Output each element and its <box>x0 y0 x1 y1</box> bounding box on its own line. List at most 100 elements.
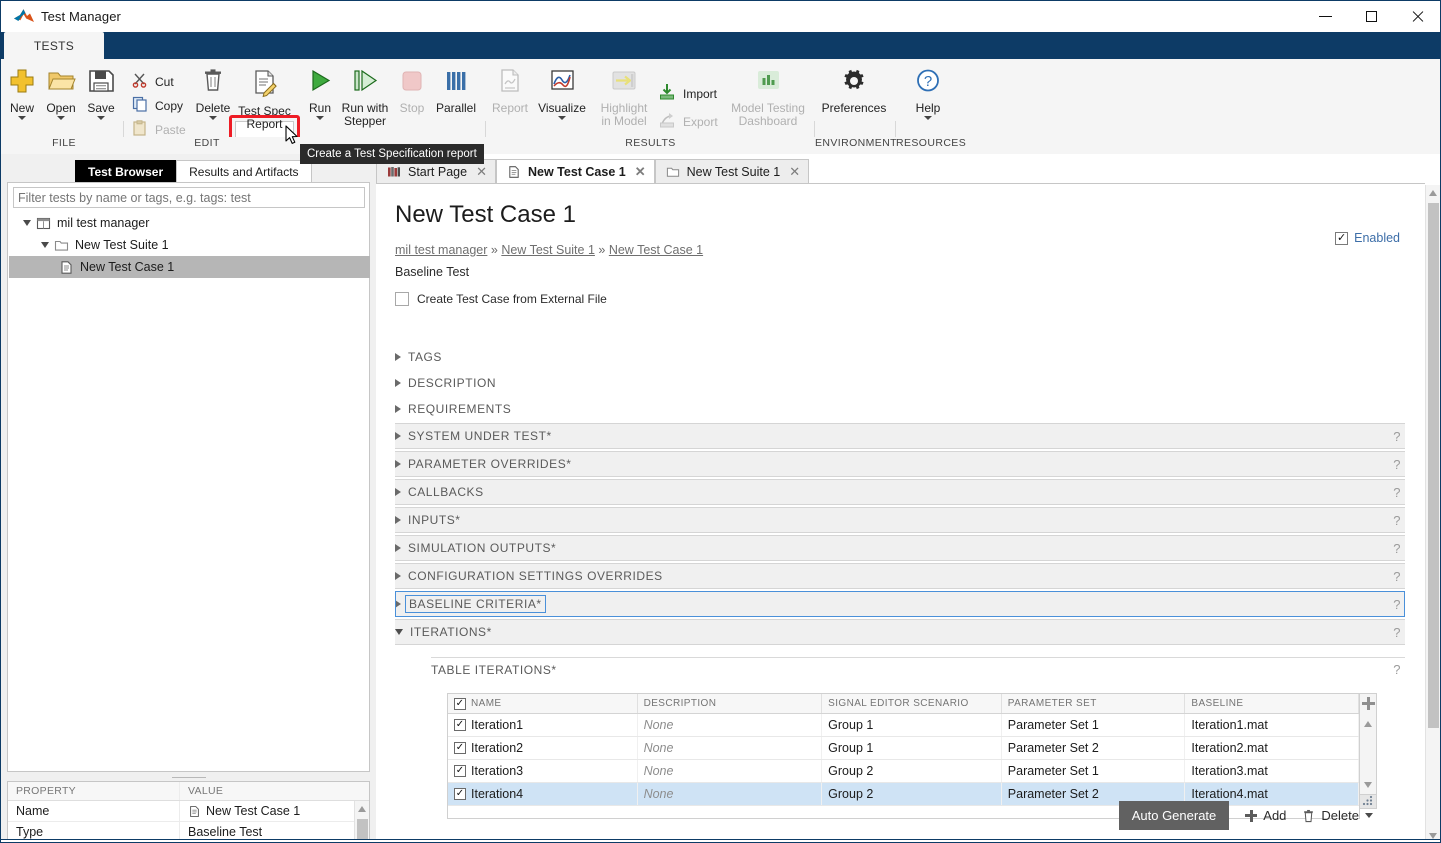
run-button[interactable]: Run <box>304 67 336 120</box>
row-checkbox[interactable]: ✓ <box>454 788 466 800</box>
save-button[interactable]: Save <box>84 67 118 120</box>
close-button[interactable] <box>1394 1 1440 32</box>
report-button[interactable]: Report <box>489 67 531 115</box>
section-tags[interactable]: TAGS <box>395 344 1405 370</box>
chevron-down-icon[interactable] <box>1365 813 1373 818</box>
section-callbacks[interactable]: CALLBACKS ? <box>395 479 1405 505</box>
cell-baseline[interactable]: Iteration1.mat <box>1185 714 1359 736</box>
add-row-icon[interactable] <box>1362 697 1375 710</box>
select-all-checkbox[interactable]: ✓ <box>454 697 466 710</box>
filter-tests-input[interactable] <box>13 187 365 208</box>
cell-parameter-set[interactable]: Parameter Set 1 <box>1002 714 1186 736</box>
row-checkbox[interactable]: ✓ <box>454 765 466 777</box>
run-with-stepper-button[interactable]: Run with Stepper <box>339 67 391 128</box>
auto-generate-button[interactable]: Auto Generate <box>1118 801 1230 830</box>
row-checkbox[interactable]: ✓ <box>454 719 466 731</box>
tree-item-mil-test-manager[interactable]: mil test manager <box>9 212 370 234</box>
scroll-down-arrow-icon[interactable] <box>1364 782 1372 788</box>
cut-button[interactable]: Cut <box>132 72 174 91</box>
cell-scenario[interactable]: Group 2 <box>822 783 1002 805</box>
cell-description[interactable]: None <box>638 760 823 782</box>
property-table-scrollbar[interactable] <box>354 801 369 842</box>
cell-baseline[interactable]: Iteration2.mat <box>1185 737 1359 759</box>
test-spec-report-content[interactable]: Test Spec Report <box>235 68 294 131</box>
import-button[interactable]: Import <box>658 83 717 104</box>
section-iterations[interactable]: ITERATIONS* ? <box>395 619 1405 645</box>
cell-description[interactable]: None <box>638 737 823 759</box>
table-row[interactable]: ✓ Iteration3 None Group 2 Parameter Set … <box>448 760 1359 783</box>
cell-name[interactable]: ✓ Iteration1 <box>448 714 638 736</box>
cell-name[interactable]: ✓ Iteration3 <box>448 760 638 782</box>
collapse-caret-icon[interactable] <box>395 629 403 635</box>
cell-name[interactable]: ✓ Iteration4 <box>448 783 638 805</box>
section-parameter-overrides[interactable]: PARAMETER OVERRIDES* ? <box>395 451 1405 477</box>
parallel-button[interactable]: Parallel <box>433 67 479 115</box>
table-row[interactable]: Name New Test Case 1 <box>8 801 369 822</box>
help-icon[interactable]: ? <box>1393 429 1405 444</box>
create-from-external-file-row[interactable]: Create Test Case from External File <box>395 292 607 306</box>
expand-caret-icon[interactable] <box>395 516 401 524</box>
cell-description[interactable]: None <box>638 783 823 805</box>
help-icon[interactable]: ? <box>1393 457 1405 472</box>
column-header-parameter-set[interactable]: PARAMETER SET <box>1002 694 1186 713</box>
cell-scenario[interactable]: Group 1 <box>822 737 1002 759</box>
tree-item-new-test-case-1[interactable]: New Test Case 1 <box>9 256 370 278</box>
add-button[interactable]: Add <box>1245 808 1286 823</box>
help-icon[interactable]: ? <box>1393 541 1405 556</box>
delete-button[interactable]: Delete <box>1302 808 1373 823</box>
subsection-table-iterations[interactable]: TABLE ITERATIONS* ? <box>431 657 1405 681</box>
visualize-button[interactable]: Visualize <box>535 67 589 120</box>
tab-tests[interactable]: TESTS <box>4 32 104 59</box>
expand-caret-icon[interactable] <box>41 242 49 248</box>
breadcrumb-link-root[interactable]: mil test manager <box>395 243 487 257</box>
expand-caret-icon[interactable] <box>395 353 401 361</box>
column-header-signal-editor-scenario[interactable]: SIGNAL EDITOR SCENARIO <box>822 694 1002 713</box>
cell-scenario[interactable]: Group 2 <box>822 760 1002 782</box>
expand-caret-icon[interactable] <box>395 405 401 413</box>
column-header-baseline[interactable]: BASELINE <box>1185 694 1359 713</box>
help-icon[interactable]: ? <box>1393 597 1405 612</box>
preferences-button[interactable]: Preferences <box>818 67 890 115</box>
help-icon[interactable]: ? <box>1393 569 1405 584</box>
copy-button[interactable]: Copy <box>132 96 183 115</box>
close-tab-icon[interactable]: ✕ <box>635 164 646 180</box>
export-button[interactable]: Export <box>658 111 718 132</box>
maximize-button[interactable] <box>1348 1 1394 32</box>
cell-description[interactable]: None <box>638 714 823 736</box>
cell-parameter-set[interactable]: Parameter Set 2 <box>1002 737 1186 759</box>
stop-button[interactable]: Stop <box>395 67 429 115</box>
tree-item-new-test-suite-1[interactable]: New Test Suite 1 <box>9 234 370 256</box>
main-scrollbar[interactable] <box>1425 185 1440 842</box>
enabled-checkbox[interactable]: ✓ <box>1335 231 1349 245</box>
expand-caret-icon[interactable] <box>395 488 401 496</box>
scroll-up-arrow-icon[interactable] <box>1429 190 1437 196</box>
table-row[interactable]: ✓ Iteration1 None Group 1 Parameter Set … <box>448 714 1359 737</box>
section-description[interactable]: DESCRIPTION <box>395 370 1405 396</box>
open-button[interactable]: Open <box>44 67 78 120</box>
help-icon[interactable]: ? <box>1393 513 1405 528</box>
delete-button[interactable]: Delete <box>191 67 235 120</box>
scroll-up-arrow-icon[interactable] <box>358 806 366 812</box>
scrollbar-thumb[interactable] <box>1428 203 1439 728</box>
cell-baseline[interactable]: Iteration3.mat <box>1185 760 1359 782</box>
column-header-description[interactable]: DESCRIPTION <box>638 694 823 713</box>
breadcrumb-link-case[interactable]: New Test Case 1 <box>609 243 703 257</box>
expand-caret-icon[interactable] <box>395 432 401 440</box>
cell-parameter-set[interactable]: Parameter Set 1 <box>1002 760 1186 782</box>
new-button[interactable]: New <box>5 67 39 120</box>
close-tab-icon[interactable]: ✕ <box>476 164 487 180</box>
external-file-checkbox[interactable] <box>395 292 409 306</box>
section-inputs[interactable]: INPUTS* ? <box>395 507 1405 533</box>
tab-new-test-suite-1[interactable]: New Test Suite 1 ✕ <box>654 159 810 183</box>
expand-caret-icon[interactable] <box>395 600 401 608</box>
section-baseline-criteria[interactable]: BASELINE CRITERIA* ? <box>395 591 1405 617</box>
expand-caret-icon[interactable] <box>395 544 401 552</box>
tab-test-browser[interactable]: Test Browser <box>75 160 177 182</box>
section-requirements[interactable]: REQUIREMENTS <box>395 396 1405 422</box>
row-checkbox[interactable]: ✓ <box>454 742 466 754</box>
close-tab-icon[interactable]: ✕ <box>789 164 800 180</box>
help-icon[interactable]: ? <box>1393 485 1405 500</box>
column-header-name[interactable]: ✓ NAME <box>448 694 638 713</box>
table-row[interactable]: ✓ Iteration2 None Group 1 Parameter Set … <box>448 737 1359 760</box>
help-button[interactable]: ? Help <box>899 67 957 120</box>
